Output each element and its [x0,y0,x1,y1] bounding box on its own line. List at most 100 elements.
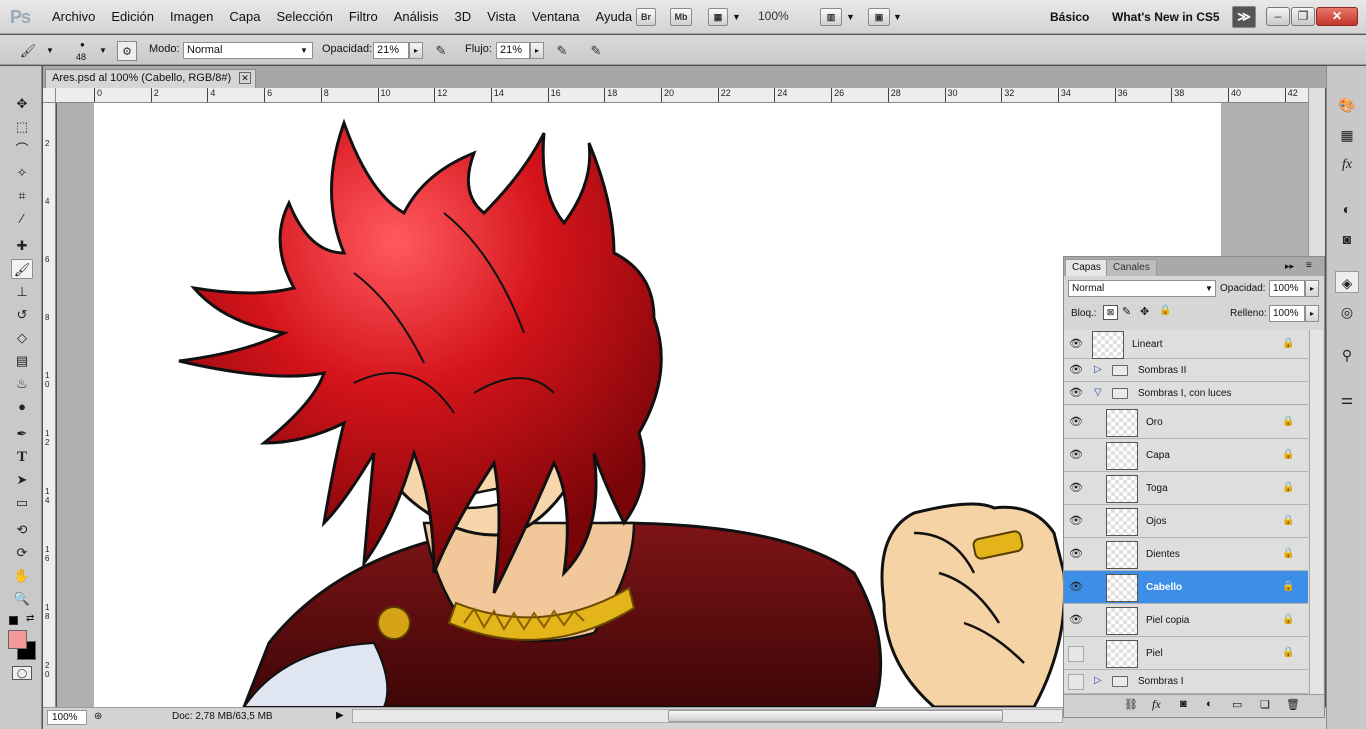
3d-orbit-tool-icon[interactable]: ⟳ [11,543,33,563]
eye-icon[interactable]: 👁 [1068,580,1084,596]
layer-row[interactable]: Piel 🔒 [1064,637,1308,670]
adjustment-layer-icon[interactable]: ◐ [1206,698,1213,710]
close-document-icon[interactable]: ✕ [239,72,251,84]
new-layer-icon[interactable]: ❏ [1260,698,1270,711]
panel-menu-icon[interactable]: ≡ [1306,260,1312,271]
layer-name[interactable]: Dientes [1146,549,1180,560]
crop-tool-icon[interactable]: ⌗ [11,186,33,206]
opacity-slider-arrow[interactable]: ▸ [409,42,423,59]
mode-select[interactable]: Normal [183,42,313,59]
workspace-overflow-button[interactable]: ≫ [1232,6,1256,28]
lock-position-icon[interactable]: ✥ [1140,305,1149,318]
ruler-origin[interactable] [43,88,56,103]
menu-3d[interactable]: 3D [447,0,480,34]
group-name[interactable]: Sombras II [1138,365,1186,376]
expand-right-icon[interactable]: ▷ [1094,675,1102,686]
layer-thumbnail[interactable] [1106,475,1138,503]
tab-channels[interactable]: Canales [1106,259,1157,276]
eye-icon[interactable]: 👁 [1068,363,1084,379]
layer-thumbnail[interactable] [1106,640,1138,668]
blur-tool-icon[interactable]: ♨ [11,374,33,394]
flow-field[interactable]: 21% [496,42,530,59]
menu-vista[interactable]: Vista [479,0,524,34]
expand-right-icon[interactable]: ▷ [1094,364,1102,375]
gradient-tool-icon[interactable]: ▤ [11,351,33,371]
close-button[interactable]: ✕ [1316,7,1358,26]
type-tool-icon[interactable]: T [11,447,33,467]
menu-archivo[interactable]: Archivo [44,0,103,34]
chevron-down-icon[interactable]: ▼ [99,46,107,55]
lock-pixels-icon[interactable]: ✎ [1122,305,1131,318]
status-menu-arrow-icon[interactable]: ▶ [336,710,344,721]
layer-thumbnail[interactable] [1106,607,1138,635]
horizontal-scroll-thumb[interactable] [668,710,1003,722]
eye-icon[interactable] [1068,674,1084,690]
zoom-level[interactable]: 100% [758,9,789,23]
layer-row[interactable]: 👁 ▷ Sombras II [1064,359,1308,382]
menu-seleccion[interactable]: Selección [268,0,340,34]
arrange-documents-button[interactable]: ▥ [820,8,842,26]
layer-thumbnail[interactable] [1106,409,1138,437]
brush-panel-icon[interactable]: ⚙ [117,41,137,61]
chevron-down-icon[interactable]: ▼ [1205,284,1213,293]
layer-thumbnail[interactable] [1092,331,1124,359]
path-selection-tool-icon[interactable]: ➤ [11,470,33,490]
eye-icon[interactable]: 👁 [1068,613,1084,629]
chevron-down-icon[interactable]: ▼ [300,46,308,55]
layer-row[interactable]: 👁 Piel copia 🔒 [1064,604,1308,637]
screen-mode-button[interactable]: ▣ [868,8,890,26]
menu-imagen[interactable]: Imagen [162,0,221,34]
document-tab[interactable]: Ares.psd al 100% (Cabello, RGB/8#) ✕ [45,69,256,88]
menu-capa[interactable]: Capa [221,0,268,34]
layer-row[interactable]: 👁 Dientes 🔒 [1064,538,1308,571]
healing-brush-tool-icon[interactable]: ✚ [11,236,33,256]
layer-row[interactable]: 👁 ▽ Sombras I, con luces [1064,382,1308,405]
flow-slider-arrow[interactable]: ▸ [530,42,544,59]
layer-name[interactable]: Ojos [1146,516,1167,527]
default-colors-icon[interactable] [9,616,18,625]
menu-edicion[interactable]: Edición [103,0,162,34]
status-zoom-field[interactable]: 100% [47,710,87,725]
brush-tool-preset-icon[interactable]: 🖌 [18,41,38,61]
tab-layers[interactable]: Capas [1065,259,1108,276]
chevron-down-icon[interactable]: ▼ [846,12,855,22]
eye-icon[interactable] [1068,646,1084,662]
paths-panel-icon[interactable]: ⚲ [1335,344,1359,366]
minimize-button[interactable]: – [1266,7,1290,26]
menu-ayuda[interactable]: Ayuda [588,0,641,34]
chevron-down-icon[interactable]: ▼ [732,12,741,22]
eye-icon[interactable]: 👁 [1068,386,1084,402]
dodge-tool-icon[interactable]: ● [11,397,33,417]
opacity-field[interactable]: 21% [373,42,409,59]
properties-panel-icon[interactable]: ⚌ [1335,388,1359,410]
layer-row[interactable]: 👁 Cabello 🔒 [1064,571,1308,604]
layer-name[interactable]: Piel copia [1146,615,1189,626]
layer-opacity-arrow[interactable]: ▸ [1305,280,1319,297]
pressure-size-icon[interactable]: ✎ [586,41,606,61]
eraser-tool-icon[interactable]: ◇ [11,328,33,348]
clone-stamp-tool-icon[interactable]: ⊥ [11,282,33,302]
layer-name[interactable]: Oro [1146,417,1163,428]
channels-panel-icon[interactable]: ◎ [1335,301,1359,323]
chevron-down-icon[interactable]: ▼ [46,46,54,55]
layers-scrollbar[interactable] [1309,330,1323,694]
foreground-color-swatch[interactable] [8,630,27,649]
layer-name[interactable]: Toga [1146,483,1168,494]
layer-row[interactable]: 👁 Lineart 🔒 [1064,330,1308,359]
swatches-panel-icon[interactable]: ▦ [1335,124,1359,146]
menu-filtro[interactable]: Filtro [341,0,386,34]
layer-name[interactable]: Capa [1146,450,1170,461]
shape-tool-icon[interactable]: ▭ [11,493,33,513]
layers-panel-icon[interactable]: ◈ [1335,271,1359,293]
marquee-tool-icon[interactable]: ⬚ [11,117,33,137]
fill-arrow[interactable]: ▸ [1305,305,1319,322]
layer-style-icon[interactable]: fx [1152,697,1161,712]
styles-panel-icon[interactable]: fx [1335,154,1359,176]
airbrush-icon[interactable]: ✎ [552,41,572,61]
layer-row[interactable]: 👁 Oro 🔒 [1064,406,1308,439]
move-tool-icon[interactable]: ✥ [11,94,33,114]
quick-selection-tool-icon[interactable]: ✧ [11,163,33,183]
eye-icon[interactable]: 👁 [1068,547,1084,563]
layer-row[interactable]: 👁 Ojos 🔒 [1064,505,1308,538]
layer-thumbnail[interactable] [1106,541,1138,569]
